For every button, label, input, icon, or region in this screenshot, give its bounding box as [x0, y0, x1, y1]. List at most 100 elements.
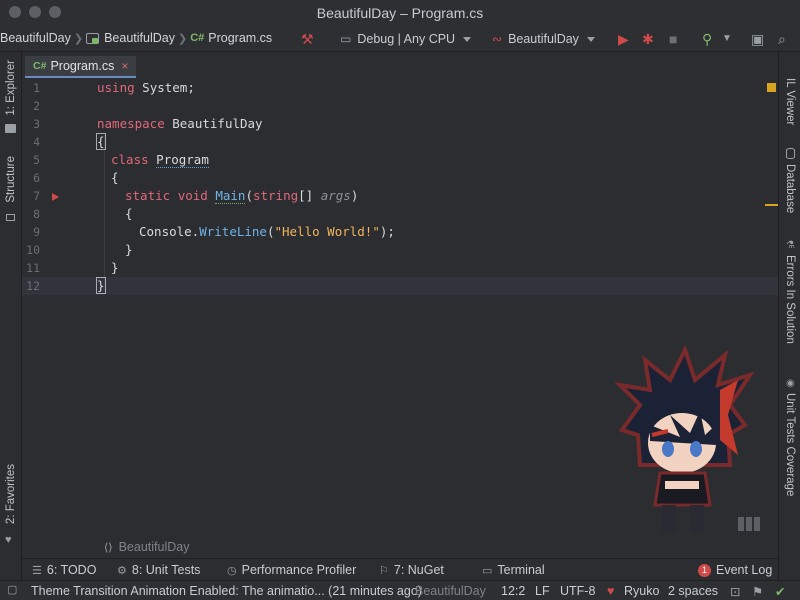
- run-config-icon: ∾: [492, 32, 503, 46]
- line-number-gutter: 1 2 3 4 5 6 7 8 9 10 11 12: [22, 79, 82, 537]
- lock-icon[interactable]: ⊡: [730, 584, 740, 599]
- breadcrumb-solution[interactable]: BeautifulDay: [0, 31, 71, 45]
- todo-tool-button[interactable]: ☰ 6: TODO: [32, 563, 96, 577]
- tool-tab-errors[interactable]: Errors In Solution: [779, 255, 800, 344]
- tool-tab-explorer[interactable]: 1: Explorer: [0, 60, 22, 116]
- nuget-tool-button[interactable]: ⚐ 7: NuGet: [379, 563, 444, 577]
- run-target-selector[interactable]: ∾ BeautifulDay: [492, 30, 595, 48]
- warning-stripe-marker[interactable]: [765, 204, 778, 206]
- configuration-label: Debug | Any CPU: [357, 32, 456, 46]
- search-icon[interactable]: ⌕: [778, 31, 786, 48]
- code-line-9: Console.WriteLine("Hello World!");: [139, 224, 395, 239]
- indent-guide: [104, 135, 105, 291]
- chevron-down-icon: [586, 36, 595, 42]
- terminal-tool-button[interactable]: ▭ Terminal: [482, 563, 545, 577]
- matched-brace: }: [96, 277, 106, 294]
- stopwatch-icon: ◷: [227, 564, 237, 577]
- warning-status-icon[interactable]: [767, 83, 776, 92]
- event-count-badge: 1: [698, 563, 711, 577]
- status-message[interactable]: Theme Transition Animation Enabled: The …: [31, 584, 422, 598]
- code-line-12: }: [96, 277, 106, 295]
- mascot-character-image: [614, 345, 760, 533]
- line-number: 10: [26, 243, 40, 257]
- chevron-down-icon: [463, 36, 472, 42]
- tool-tab-favorites[interactable]: 2: Favorites: [0, 464, 22, 524]
- right-tool-strip: IL Viewer Database ⚗ Errors In Solution …: [778, 52, 800, 580]
- tool-tab-il-viewer[interactable]: IL Viewer: [779, 78, 800, 125]
- tool-tab-coverage[interactable]: Unit Tests Coverage: [779, 393, 800, 496]
- left-tool-strip: 1: Explorer Structure 2: Favorites ♥: [0, 52, 22, 580]
- window-title: BeautifulDay – Program.cs: [316, 5, 484, 21]
- code-line-11: }: [111, 260, 119, 275]
- line-number: 12: [26, 279, 40, 293]
- line-number: 9: [33, 225, 40, 239]
- code-line-4: {: [96, 133, 106, 151]
- title-bar: BeautifulDay – Program.cs: [0, 0, 800, 26]
- status-bar: ▢ Theme Transition Animation Enabled: Th…: [0, 580, 800, 600]
- code-line-1: using System;: [97, 80, 195, 95]
- code-line-3: namespace BeautifulDay: [97, 116, 263, 131]
- line-separator[interactable]: LF: [535, 584, 550, 598]
- minimize-window-button[interactable]: [29, 6, 41, 18]
- editor-breadcrumb-namespace[interactable]: BeautifulDay: [119, 540, 190, 554]
- event-log-tool-button[interactable]: 1 Event Log: [698, 563, 772, 577]
- unit-tests-tool-button[interactable]: ⚙ 8: Unit Tests: [117, 563, 200, 577]
- close-icon[interactable]: ×: [121, 59, 128, 73]
- breadcrumb-file[interactable]: Program.cs: [208, 31, 272, 45]
- csharp-file-icon: C#: [33, 60, 47, 72]
- tool-windows-toggle-icon[interactable]: ▢: [7, 583, 17, 596]
- status-context[interactable]: BeautifulDay: [415, 584, 486, 598]
- code-line-5: class Program: [111, 152, 209, 168]
- run-gutter-icon[interactable]: [52, 193, 59, 201]
- layout-icon[interactable]: ▣: [751, 31, 764, 48]
- editor-breadcrumb: ⟨⟩ BeautifulDay: [22, 537, 778, 557]
- tab-program-cs[interactable]: C# Program.cs ×: [25, 56, 137, 78]
- line-number: 7: [33, 189, 40, 203]
- configuration-selector[interactable]: ▭ Debug | Any CPU: [340, 30, 472, 48]
- line-number: 5: [33, 153, 40, 167]
- line-number: 2: [33, 99, 40, 113]
- close-window-button[interactable]: [9, 6, 21, 18]
- build-hammer-icon[interactable]: ⚒: [301, 31, 314, 48]
- code-editor[interactable]: 1 2 3 4 5 6 7 8 9 10 11 12 using System;…: [22, 79, 778, 537]
- chevron-right-icon: ❯: [73, 32, 84, 45]
- check-icon[interactable]: ✔: [775, 584, 785, 599]
- attach-process-icon[interactable]: ⚲: [702, 31, 712, 48]
- performance-profiler-tool-button[interactable]: ◷ Performance Profiler: [227, 563, 356, 577]
- debug-bug-icon[interactable]: ✱: [642, 31, 654, 48]
- indent-setting[interactable]: 2 spaces: [668, 584, 718, 598]
- database-icon: [786, 148, 795, 159]
- breadcrumb-project[interactable]: BeautifulDay: [104, 31, 175, 45]
- list-icon: ☰: [32, 564, 42, 577]
- chevron-right-icon: ❯: [177, 32, 188, 45]
- code-line-8: {: [125, 206, 133, 221]
- tool-tab-database[interactable]: Database: [779, 164, 800, 213]
- tool-tab-structure[interactable]: Structure: [0, 156, 22, 203]
- tab-label: Program.cs: [50, 59, 115, 73]
- theme-name[interactable]: Ryuko: [624, 584, 659, 598]
- breadcrumb: BeautifulDay ❯ BeautifulDay ❯ C# Program…: [0, 31, 272, 45]
- file-encoding[interactable]: UTF-8: [560, 584, 595, 598]
- inspector-icon[interactable]: ⚑: [752, 584, 763, 599]
- line-number: 4: [33, 135, 40, 149]
- heart-icon: ♥: [5, 534, 12, 546]
- csharp-file-icon: C#: [190, 32, 205, 44]
- code-line-6: {: [111, 170, 119, 185]
- line-number: 11: [26, 261, 40, 275]
- configuration-icon: ▭: [340, 32, 352, 46]
- code-line-7: static void Main(string[] args): [125, 188, 359, 204]
- line-number: 8: [33, 207, 40, 221]
- caret-position[interactable]: 12:2: [501, 584, 525, 598]
- unit-tests-icon: ⚙: [117, 564, 127, 577]
- project-icon: [86, 32, 100, 44]
- stop-icon[interactable]: ■: [669, 31, 677, 47]
- heart-icon: ♥: [607, 584, 615, 598]
- run-play-icon[interactable]: ▶: [618, 31, 629, 48]
- structure-icon: [6, 214, 15, 221]
- line-number: 1: [33, 81, 40, 95]
- line-number: 3: [33, 117, 40, 131]
- terminal-icon: ▭: [482, 564, 493, 577]
- chevron-down-icon[interactable]: ▼: [722, 33, 732, 44]
- zoom-window-button[interactable]: [49, 6, 61, 18]
- run-target-label: BeautifulDay: [508, 32, 579, 46]
